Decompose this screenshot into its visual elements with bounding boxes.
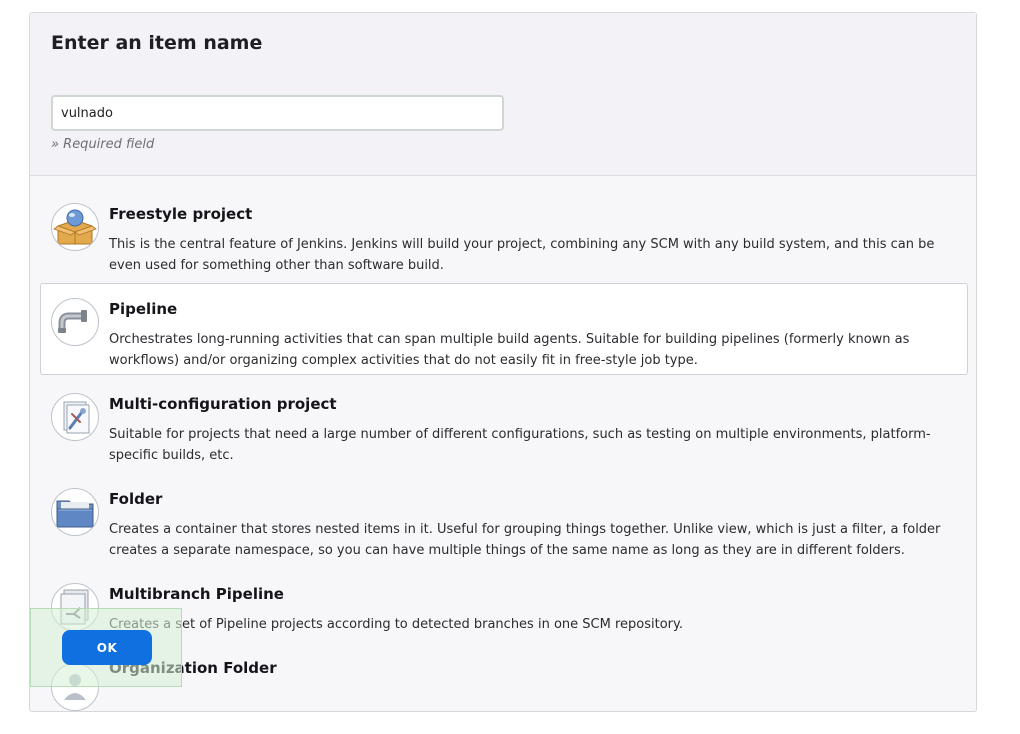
required-field-hint: » Required field <box>51 137 155 152</box>
item-title: Pipeline <box>109 300 178 318</box>
item-title: Freestyle project <box>109 205 253 223</box>
item-name-input[interactable] <box>51 95 504 131</box>
new-item-panel: Enter an item name » Required field Free… <box>29 12 977 712</box>
folder-icon <box>51 488 99 536</box>
item-title: Multibranch Pipeline <box>109 585 284 603</box>
item-description: Orchestrates long-running activities tha… <box>109 332 910 368</box>
item-type-multi-configuration-project[interactable]: Multi-configuration project Suitable for… <box>40 378 968 470</box>
ok-button-container: OK <box>30 608 182 687</box>
item-name-section: Enter an item name » Required field <box>30 13 976 176</box>
item-type-pipeline[interactable]: Pipeline Orchestrates long-running activ… <box>40 283 968 375</box>
multi-configuration-icon <box>51 393 99 441</box>
item-description: This is the central feature of Jenkins. … <box>109 237 935 273</box>
item-description: Suitable for projects that need a large … <box>109 427 931 463</box>
item-description: Creates a set of Pipeline projects accor… <box>109 617 683 632</box>
item-description: Creates a container that stores nested i… <box>109 522 941 558</box>
page-title: Enter an item name <box>51 32 263 54</box>
pipeline-icon <box>51 298 99 346</box>
item-title: Multi-configuration project <box>109 395 337 413</box>
item-type-freestyle-project[interactable]: Freestyle project This is the central fe… <box>40 188 968 280</box>
freestyle-project-icon <box>51 203 99 251</box>
item-title: Folder <box>109 490 163 508</box>
item-type-folder[interactable]: Folder Creates a container that stores n… <box>40 473 968 565</box>
ok-button[interactable]: OK <box>62 630 152 665</box>
